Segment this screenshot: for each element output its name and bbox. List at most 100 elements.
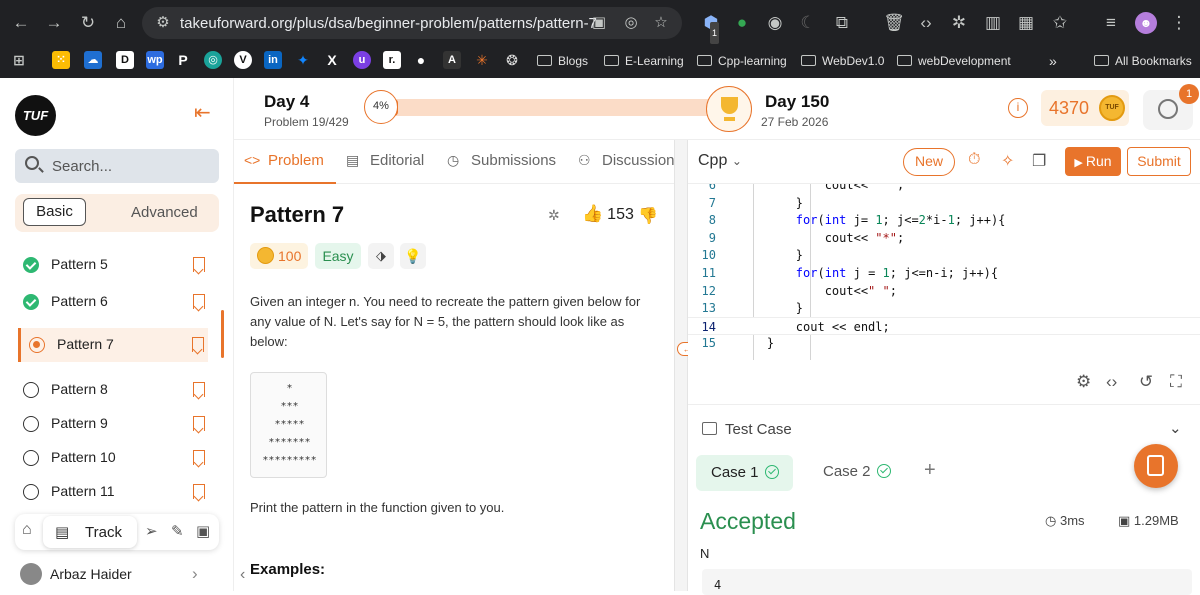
tab-discussion[interactable]: ⚇ Discussion [578, 152, 675, 169]
sidebar-item-pattern-10[interactable]: Pattern 10 [15, 441, 215, 475]
trash-icon[interactable]: 🗑 [883, 12, 905, 34]
settings-gear-icon[interactable]: ⚙ [1076, 372, 1091, 392]
sidebar-item-pattern-5[interactable]: Pattern 5 [15, 248, 215, 282]
sidebar-scrollbar[interactable] [221, 310, 224, 358]
tab-editorial[interactable]: ▤ Editorial [346, 152, 424, 169]
bluesky-icon[interactable]: ✦ [294, 51, 312, 69]
tab-submissions[interactable]: ◷ Submissions [447, 152, 556, 169]
case-1-tab[interactable]: Case 1 [696, 455, 793, 491]
extensions-puzzle-icon[interactable]: ⧉ [831, 12, 853, 34]
send-icon[interactable]: ➢ [145, 522, 158, 540]
copy-icon[interactable]: ❐ [1032, 151, 1046, 171]
thumbs-down-icon[interactable]: 👎 [638, 206, 658, 226]
testcase-header[interactable]: Test Case [702, 421, 792, 438]
code-line[interactable]: 12 cout<<" "; [688, 282, 1200, 300]
code-line[interactable]: 6 cout<< " "; [688, 184, 1200, 194]
reload-icon[interactable]: ↻ [77, 12, 99, 34]
timer-icon[interactable]: ⏱ [968, 151, 980, 169]
extension-circle-icon[interactable]: ◉ [764, 12, 786, 34]
search-input[interactable]: Search... [15, 149, 219, 183]
bookmark-site-icon[interactable]: ☁ [84, 51, 102, 69]
all-bookmarks[interactable]: All Bookmarks [1094, 50, 1192, 72]
like-button[interactable]: 👍 153 [582, 204, 634, 224]
bookmark-wp-icon[interactable]: wp [146, 51, 164, 69]
address-bar[interactable]: ⚙ takeuforward.org/plus/dsa/beginner-pro… [142, 7, 682, 39]
bookmark-d-icon[interactable]: D [116, 51, 134, 69]
bookmark-icon[interactable] [193, 416, 205, 431]
bookmark-p-icon[interactable]: P [174, 51, 192, 69]
install-app-icon[interactable]: ▣ [588, 12, 610, 34]
site-info-icon[interactable]: ⚙ [152, 12, 174, 34]
magic-wand-icon[interactable]: ✧ [1001, 151, 1014, 171]
bookmark-v-icon[interactable]: V [234, 51, 252, 69]
code-line[interactable]: 15 } [688, 334, 1200, 352]
track-button[interactable]: ▤ Track [43, 516, 137, 548]
basic-tab[interactable]: Basic [23, 198, 86, 226]
tag-icon[interactable]: ⬗ [368, 243, 394, 269]
menu-dots-icon[interactable]: ⋮ [1168, 12, 1190, 34]
notes-icon[interactable]: ▣ [196, 522, 210, 540]
bookmark-folder-blogs[interactable]: Blogs [537, 50, 588, 72]
collapse-sidebar-icon[interactable]: ⇤ [194, 100, 211, 125]
bookmark-star-icon[interactable]: ☆ [650, 12, 672, 34]
bookmark-purple-icon[interactable]: u [353, 51, 371, 69]
language-select[interactable]: Cpp ⌄ [698, 152, 742, 170]
home-nav-icon[interactable]: ⌂ [22, 521, 32, 539]
x-twitter-icon[interactable]: X [323, 51, 341, 69]
file-edit-icon[interactable]: ✎ [171, 522, 184, 540]
bookmark-a-icon[interactable]: A [443, 51, 461, 69]
adblock-icon[interactable]: ● [731, 12, 753, 34]
bookmark-spark-icon[interactable]: ✳ [473, 51, 491, 69]
bookmark-icon[interactable] [193, 484, 205, 499]
split-view-icon[interactable]: ▦ [1015, 12, 1037, 34]
sidebar-item-pattern-8[interactable]: Pattern 8 [15, 373, 215, 407]
url-text[interactable]: takeuforward.org/plus/dsa/beginner-probl… [180, 15, 597, 32]
bookmarks-overflow-icon[interactable]: » [1049, 50, 1057, 72]
bookmark-icon[interactable] [193, 257, 205, 272]
code-area[interactable]: 6 cout<< " "; 7 } 8 for(int j= 1; j<=2*i-1… [688, 184, 1200, 360]
sidebar-item-pattern-11[interactable]: Pattern 11 [15, 475, 215, 509]
google-apps-icon[interactable]: ⁙ [52, 51, 70, 69]
submit-button[interactable]: Submit [1127, 147, 1191, 176]
tuf-logo[interactable]: TUF [15, 95, 56, 136]
bookmark-folder-elearning[interactable]: E-Learning [604, 50, 684, 72]
code-line[interactable]: 11 for(int j = 1; j<=n-i; j++){ [688, 264, 1200, 282]
bug-icon[interactable]: ✲ [948, 12, 970, 34]
linkedin-icon[interactable]: in [264, 51, 282, 69]
openai-icon[interactable]: ❂ [503, 51, 521, 69]
extension-shield-icon[interactable]: ⬢1 [700, 12, 722, 44]
extension-c-icon[interactable]: ☾ [797, 12, 819, 34]
add-case-icon[interactable]: + [924, 459, 936, 482]
github-icon[interactable]: ● [412, 51, 430, 69]
panel-divider[interactable] [674, 140, 688, 591]
media-queue-icon[interactable]: ≡ [1100, 12, 1122, 34]
chevron-down-icon[interactable]: ⌄ [1169, 419, 1182, 437]
chevron-left-icon[interactable]: ‹ [240, 566, 245, 584]
code-line[interactable]: 9 cout<< "*"; [688, 229, 1200, 247]
case-2-tab[interactable]: Case 2 [823, 463, 891, 480]
notes-fab-button[interactable] [1134, 444, 1178, 488]
lightbulb-icon[interactable]: 💡 [400, 243, 426, 269]
bookmark-folder-webdev1[interactable]: WebDev1.0 [801, 50, 884, 72]
bookmark-icon[interactable] [193, 450, 205, 465]
report-bug-icon[interactable]: ✲ [548, 207, 560, 224]
bookmark-teal-icon[interactable]: ◎ [204, 51, 222, 69]
reader-icon[interactable]: ▥ [982, 12, 1004, 34]
code-brackets-icon[interactable]: ‹› [1106, 372, 1117, 392]
run-button[interactable]: ▶ Run [1065, 147, 1121, 176]
tab-problem[interactable]: <> Problem [244, 152, 324, 169]
advanced-tab[interactable]: Advanced [131, 204, 198, 221]
bookmark-folder-webdevelopment[interactable]: webDevelopment [897, 50, 1011, 72]
code-line[interactable]: 10 } [688, 246, 1200, 264]
code-line[interactable]: 14 cout << endl; [688, 316, 1200, 335]
bookmark-icon[interactable] [193, 294, 205, 309]
code-line[interactable]: 13 } [688, 299, 1200, 317]
fullscreen-icon[interactable]: ⛶ [1170, 372, 1182, 392]
bookmark-icon[interactable] [193, 382, 205, 397]
profile-avatar-icon[interactable]: ☻ [1135, 12, 1157, 34]
bookmark-icon[interactable] [192, 337, 204, 352]
favorites-icon[interactable]: ✩ [1049, 12, 1071, 34]
code-line[interactable]: 8 for(int j= 1; j<=2*i-1; j++){ [688, 211, 1200, 229]
reset-history-icon[interactable]: ↺ [1139, 372, 1153, 392]
devtools-icon[interactable]: ‹› [915, 12, 937, 34]
